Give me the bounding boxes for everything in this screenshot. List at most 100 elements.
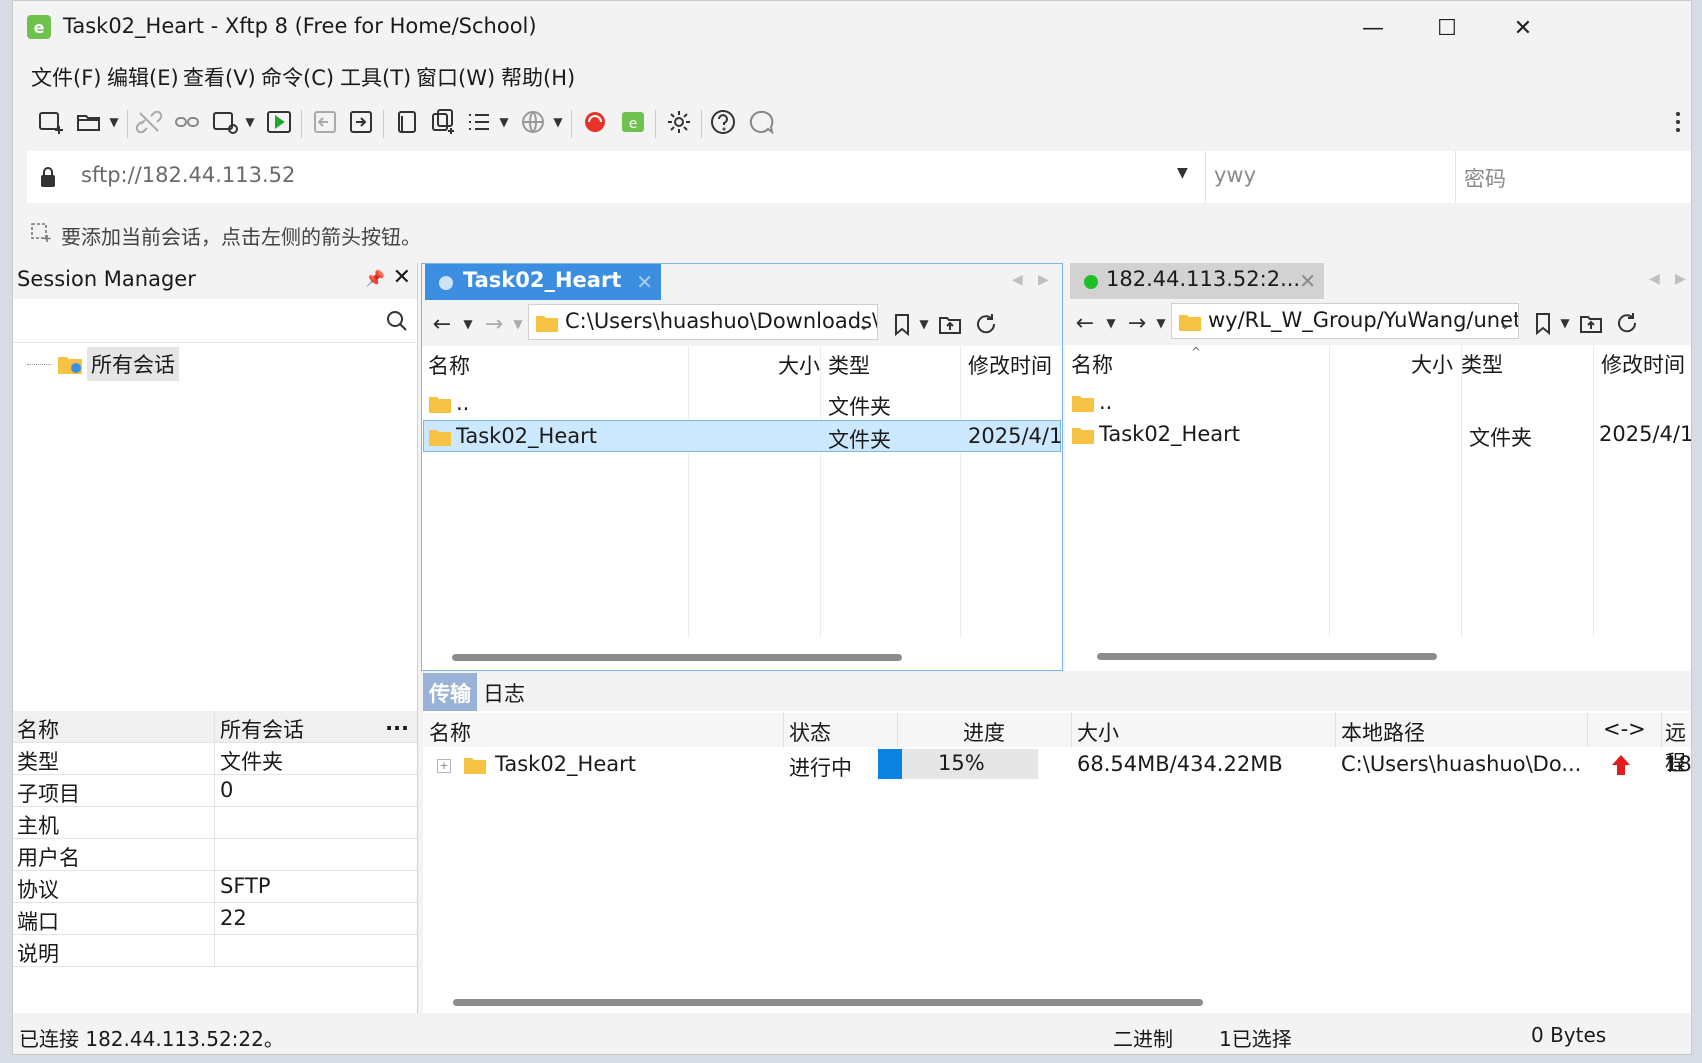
- list-view-dropdown-icon[interactable]: ▼: [497, 112, 511, 132]
- address-dropdown-icon[interactable]: ▼: [1177, 165, 1188, 181]
- transfer-mode: 二进制: [1113, 1027, 1173, 1051]
- transfer-panel: 传输 日志 名称 状态 进度 大小 本地路径 <-> 远程 + Task02_H…: [423, 673, 1691, 1013]
- refresh-icon[interactable]: [972, 310, 1000, 338]
- play-terminal-icon[interactable]: [263, 106, 295, 138]
- menu-view[interactable]: 查看(V): [183, 62, 256, 92]
- transfer-left-icon[interactable]: [309, 106, 341, 138]
- tab-remote-session[interactable]: 182.44.113.52:2... ✕: [1070, 263, 1324, 299]
- tab-scroll-left-icon[interactable]: ◀: [1012, 272, 1023, 288]
- remote-path-input[interactable]: wy/RL_W_Group/YuWang/unet: [1171, 303, 1519, 339]
- col-header-transfer-size[interactable]: 大小: [1077, 717, 1119, 747]
- path-dropdown-icon[interactable]: ⌄: [1491, 311, 1519, 339]
- bookmark-dropdown-icon[interactable]: ▼: [910, 310, 938, 338]
- disconnect-icon[interactable]: [133, 106, 165, 138]
- col-header-status[interactable]: 状态: [789, 717, 831, 747]
- xshell-icon[interactable]: [579, 106, 611, 138]
- tab-local-task02-heart[interactable]: Task02_Heart ✕: [425, 264, 661, 300]
- bookmark-dropdown-icon[interactable]: ▼: [1551, 309, 1579, 337]
- more-options-icon[interactable]: [1668, 106, 1688, 138]
- session-settings-icon[interactable]: [209, 106, 241, 138]
- property-edit-button[interactable]: ...: [385, 711, 409, 735]
- col-header-name[interactable]: 名称: [422, 346, 476, 380]
- menu-command[interactable]: 命令(C): [261, 62, 334, 92]
- chat-icon[interactable]: [745, 106, 777, 138]
- open-dropdown-icon[interactable]: ▼: [107, 112, 121, 132]
- file-row-task02-heart[interactable]: Task02_Heart 文件夹 2025/4/13: [1065, 419, 1691, 451]
- lock-icon: [41, 167, 55, 187]
- menu-file[interactable]: 文件(F): [31, 62, 101, 92]
- parent-folder-icon[interactable]: [936, 310, 964, 338]
- property-row: 名称 所有会话...: [13, 711, 417, 743]
- file-row-parent[interactable]: ..: [1065, 387, 1691, 419]
- parent-folder-icon[interactable]: [1577, 309, 1605, 337]
- col-header-local-path[interactable]: 本地路径: [1341, 717, 1425, 747]
- col-header-direction[interactable]: <->: [1603, 717, 1646, 741]
- col-header-type[interactable]: 类型: [1455, 345, 1509, 379]
- col-header-type[interactable]: 类型: [822, 346, 876, 380]
- back-dropdown-icon[interactable]: ▼: [1097, 309, 1125, 337]
- help-icon[interactable]: [707, 106, 739, 138]
- address-bar: sftp://182.44.113.52 ▼ ywy 密码: [27, 151, 1691, 203]
- progress-text: 15%: [938, 751, 985, 775]
- new-session-icon[interactable]: [35, 106, 67, 138]
- session-manager-close-icon[interactable]: ✕: [393, 265, 411, 290]
- close-button[interactable]: ✕: [1493, 9, 1553, 47]
- link-icon[interactable]: [171, 106, 203, 138]
- panel-single-icon[interactable]: [391, 106, 423, 138]
- open-folder-icon[interactable]: [73, 106, 105, 138]
- session-search-input[interactable]: [13, 299, 417, 343]
- folder-icon: [1072, 428, 1094, 444]
- globe-icon[interactable]: [517, 106, 549, 138]
- tab-close-icon[interactable]: ✕: [1299, 269, 1316, 293]
- xftp-icon[interactable]: e: [617, 106, 649, 138]
- col-header-transfer-name[interactable]: 名称: [429, 717, 471, 747]
- menu-help[interactable]: 帮助(H): [501, 62, 575, 92]
- path-dropdown-icon[interactable]: ⌄: [850, 312, 878, 340]
- username-input[interactable]: ywy: [1205, 151, 1455, 203]
- gear-icon[interactable]: [663, 106, 695, 138]
- session-dropdown-icon[interactable]: ▼: [243, 112, 257, 132]
- add-session-icon[interactable]: [29, 221, 53, 243]
- password-input[interactable]: 密码: [1455, 151, 1691, 203]
- col-header-modified[interactable]: 修改时间: [1595, 345, 1691, 379]
- back-dropdown-icon[interactable]: ▼: [454, 310, 482, 338]
- globe-dropdown-icon[interactable]: ▼: [551, 112, 565, 132]
- col-header-modified[interactable]: 修改时间: [962, 346, 1058, 380]
- tab-scroll-left-icon[interactable]: ◀: [1649, 271, 1660, 287]
- col-header-size[interactable]: 大小: [1405, 345, 1459, 379]
- new-window-icon[interactable]: [427, 106, 459, 138]
- menu-tools[interactable]: 工具(T): [340, 62, 411, 92]
- host-address-input[interactable]: sftp://182.44.113.52: [81, 163, 295, 187]
- transfer-status: 进行中: [789, 756, 852, 780]
- pin-icon[interactable]: 📌: [365, 269, 385, 288]
- refresh-icon[interactable]: [1613, 309, 1641, 337]
- file-row-task02-heart[interactable]: Task02_Heart 文件夹 2025/4/1: [423, 420, 1062, 452]
- col-header-progress[interactable]: 进度: [963, 717, 1005, 747]
- search-icon[interactable]: [385, 309, 409, 333]
- list-view-icon[interactable]: [463, 106, 495, 138]
- local-path-input[interactable]: C:\Users\huashuo\Downloads\: [528, 304, 878, 340]
- maximize-button[interactable]: ☐: [1417, 9, 1477, 47]
- back-arrow-icon[interactable]: ←: [428, 310, 456, 338]
- menu-edit[interactable]: 编辑(E): [107, 62, 179, 92]
- tree-connector: [27, 363, 51, 365]
- back-arrow-icon[interactable]: ←: [1071, 309, 1099, 337]
- file-row-parent[interactable]: .. 文件夹: [422, 388, 1062, 420]
- transfer-horizontal-scrollbar[interactable]: [453, 999, 1203, 1006]
- col-header-name[interactable]: 名称: [1065, 345, 1119, 379]
- tree-item-all-sessions[interactable]: 所有会话: [27, 347, 179, 381]
- expand-icon[interactable]: +: [437, 759, 451, 773]
- transfer-row[interactable]: + Task02_Heart 进行中 15% 68.54MB/434.22MB …: [423, 749, 1691, 781]
- remote-horizontal-scrollbar[interactable]: [1097, 653, 1437, 660]
- menu-window[interactable]: 窗口(W): [416, 62, 495, 92]
- tab-scroll-right-icon[interactable]: ▶: [1038, 272, 1049, 288]
- col-header-size[interactable]: 大小: [772, 346, 826, 380]
- minimize-button[interactable]: —: [1343, 9, 1403, 47]
- local-horizontal-scrollbar[interactable]: [452, 654, 902, 661]
- upload-arrow-icon: [1612, 755, 1630, 775]
- tab-log[interactable]: 日志: [483, 678, 525, 708]
- tab-close-icon[interactable]: ✕: [636, 270, 653, 294]
- tab-scroll-right-icon[interactable]: ▶: [1675, 271, 1686, 287]
- tab-transfer[interactable]: 传输: [423, 673, 477, 711]
- transfer-right-icon[interactable]: [345, 106, 377, 138]
